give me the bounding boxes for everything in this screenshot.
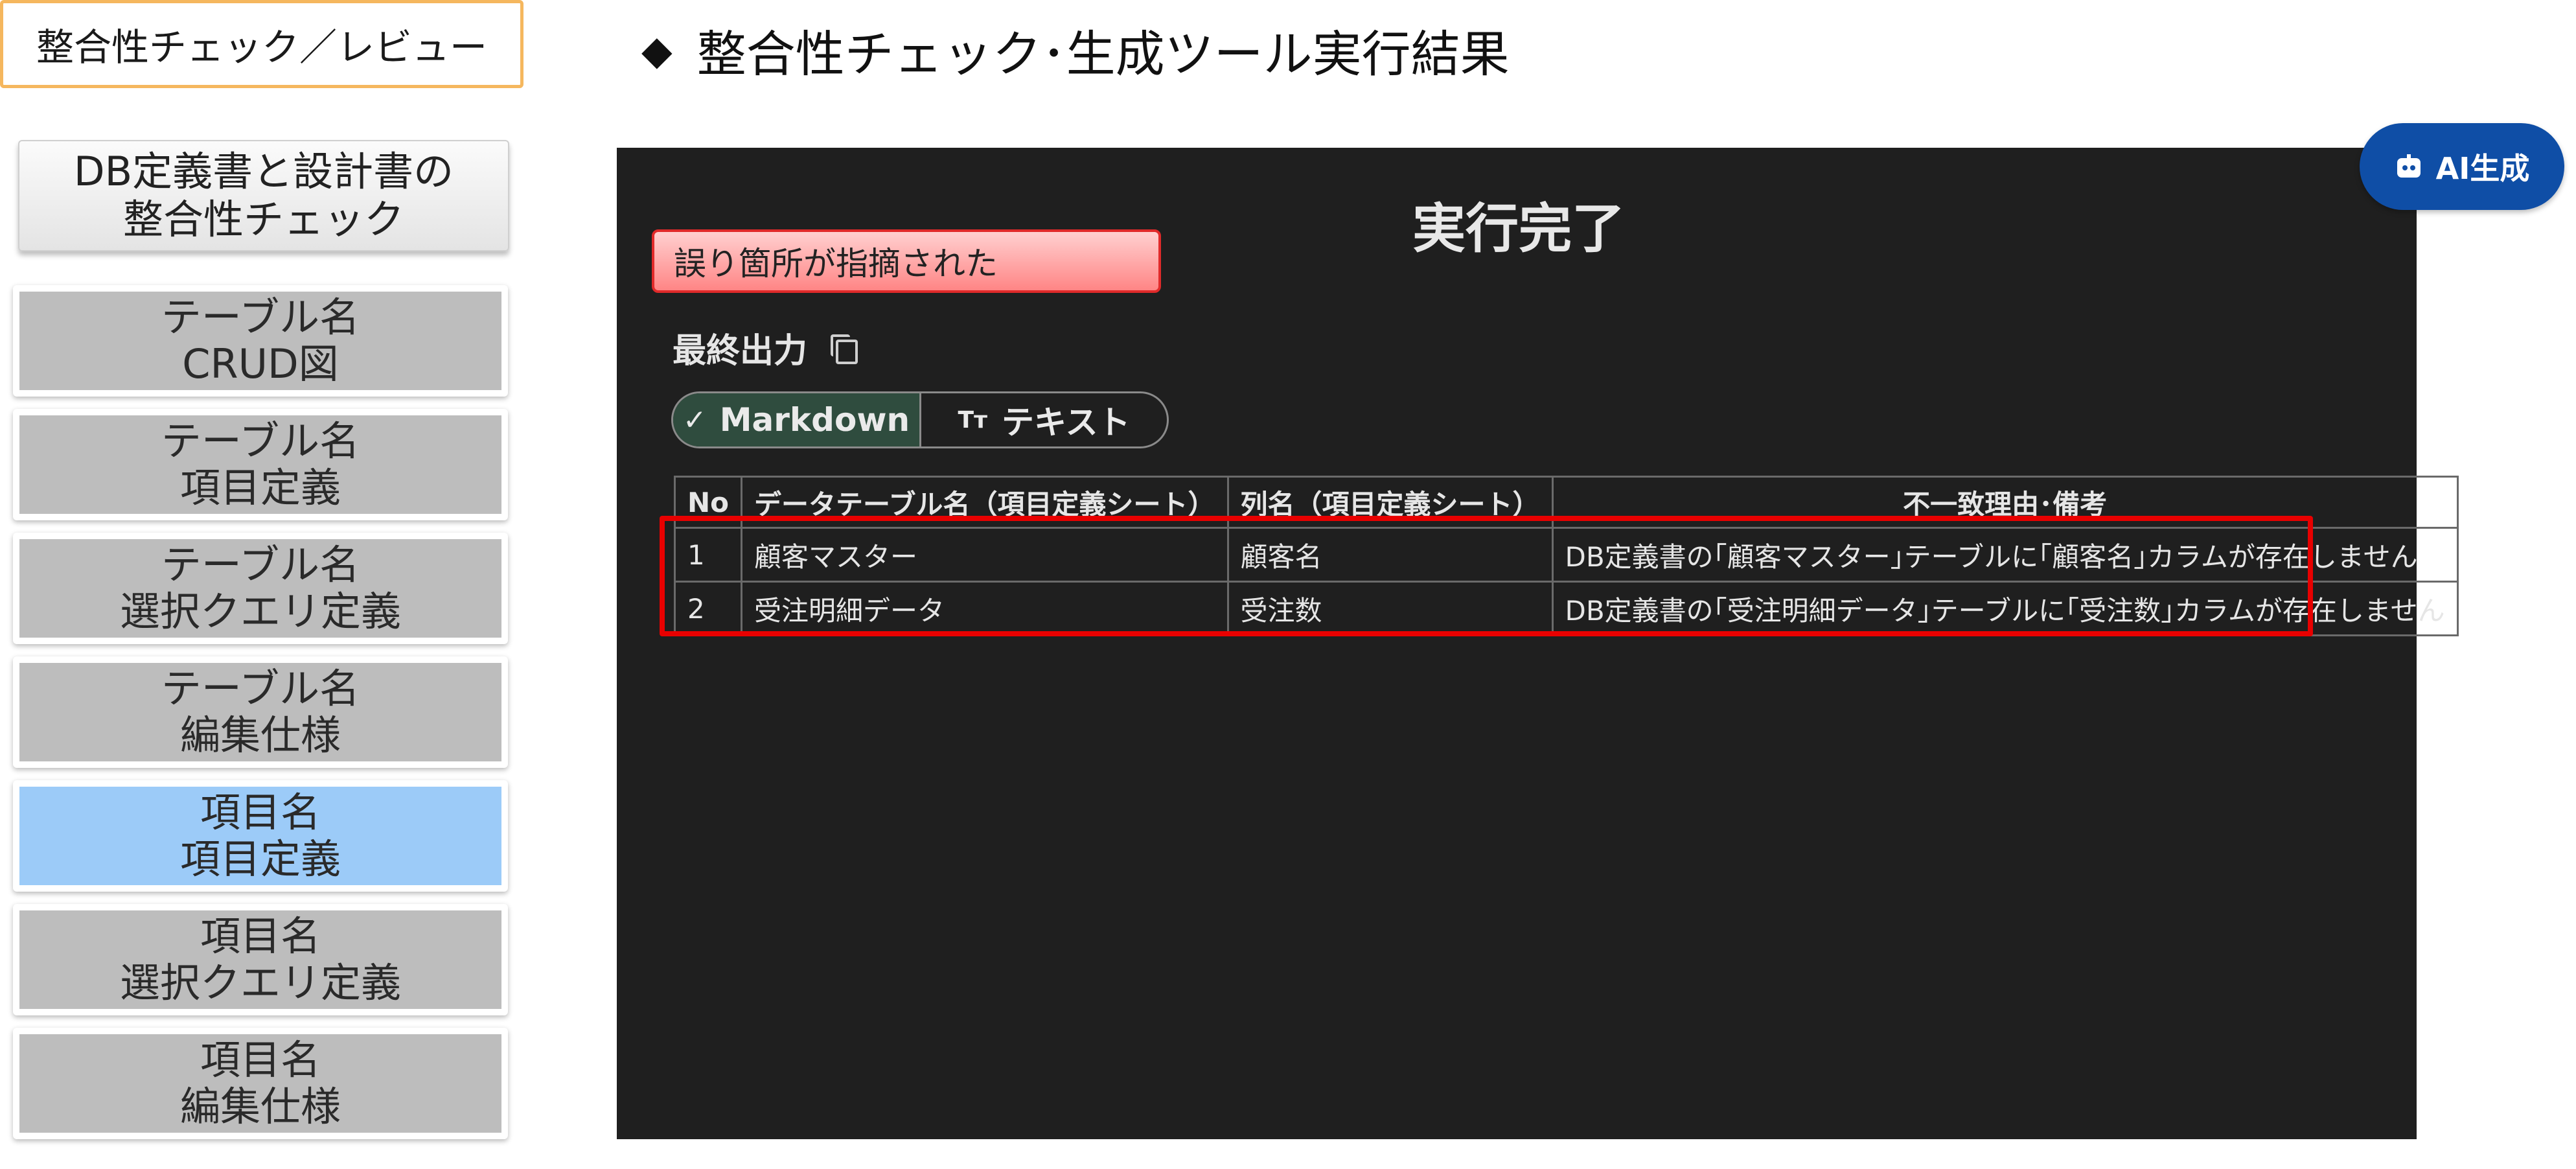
sidebar-item-line-2: 編集仕様 bbox=[179, 1083, 341, 1130]
button-line-2: 整合性チェック bbox=[122, 196, 404, 243]
sidebar-item-line-1: テーブル名 bbox=[161, 665, 360, 712]
sidebar-item-line-2: CRUD図 bbox=[182, 340, 339, 388]
check-icon: ✓ bbox=[682, 403, 707, 437]
sidebar-item-line-2: 項目定義 bbox=[179, 464, 341, 511]
output-format-toggle: ✓ Markdown Tт テキスト bbox=[671, 391, 1169, 448]
sidebar-item-table-select-query[interactable]: テーブル名 選択クエリ定義 bbox=[13, 533, 508, 644]
error-highlight-frame bbox=[660, 516, 2313, 636]
button-line-1: DB定義書と設計書の bbox=[73, 148, 454, 195]
markdown-label: Markdown bbox=[719, 401, 910, 439]
sidebar-item-line-1: 項目名 bbox=[200, 789, 321, 836]
diamond-bullet-icon: ◆ bbox=[641, 26, 673, 74]
ai-generated-badge: AI生成 bbox=[2360, 123, 2564, 210]
markdown-toggle-option[interactable]: ✓ Markdown bbox=[673, 393, 921, 446]
sidebar-item-field-edit-spec[interactable]: 項目名 編集仕様 bbox=[13, 1028, 508, 1139]
error-alert-banner: 誤り箇所が指摘された bbox=[652, 229, 1161, 293]
sidebar-item-table-field-definition[interactable]: テーブル名 項目定義 bbox=[13, 409, 508, 520]
sidebar-item-table-crud[interactable]: テーブル名 CRUD図 bbox=[13, 285, 508, 397]
db-consistency-check-button[interactable]: DB定義書と設計書の 整合性チェック bbox=[18, 140, 509, 251]
sidebar-item-line-1: 項目名 bbox=[200, 912, 321, 960]
text-format-icon: Tт bbox=[958, 406, 987, 434]
sidebar-item-table-edit-spec[interactable]: テーブル名 編集仕様 bbox=[13, 656, 508, 768]
page-title-text: 整合性チェック･生成ツール実行結果 bbox=[696, 25, 1510, 83]
text-toggle-option[interactable]: Tт テキスト bbox=[921, 393, 1167, 446]
sidebar-item-line-2: 項目定義 bbox=[179, 835, 341, 883]
page-title: ◆ 整合性チェック･生成ツール実行結果 bbox=[641, 14, 1510, 86]
sidebar-item-field-definition[interactable]: 項目名 項目定義 bbox=[13, 780, 508, 892]
sidebar-item-line-2: 選択クエリ定義 bbox=[119, 588, 401, 635]
robot-icon bbox=[2395, 154, 2423, 179]
ai-badge-label: AI生成 bbox=[2435, 151, 2530, 186]
sidebar-item-field-select-query[interactable]: 項目名 選択クエリ定義 bbox=[13, 904, 508, 1015]
section-tag: 整合性チェック／レビュー bbox=[0, 0, 523, 88]
final-output-label: 最終出力 bbox=[673, 331, 808, 371]
sidebar-item-line-1: テーブル名 bbox=[161, 417, 360, 465]
sidebar-item-line-2: 編集仕様 bbox=[179, 712, 341, 759]
sidebar-item-line-1: テーブル名 bbox=[161, 294, 360, 341]
sidebar-item-line-1: テーブル名 bbox=[161, 541, 360, 588]
copy-icon[interactable] bbox=[828, 333, 858, 364]
sidebar-item-line-1: 項目名 bbox=[200, 1036, 321, 1083]
text-label: テキスト bbox=[1001, 404, 1131, 441]
sidebar-item-line-2: 選択クエリ定義 bbox=[119, 959, 401, 1006]
result-title: 実行完了 bbox=[1412, 198, 1626, 260]
final-output-header: 最終出力 bbox=[673, 323, 858, 372]
result-panel bbox=[617, 148, 2417, 1139]
